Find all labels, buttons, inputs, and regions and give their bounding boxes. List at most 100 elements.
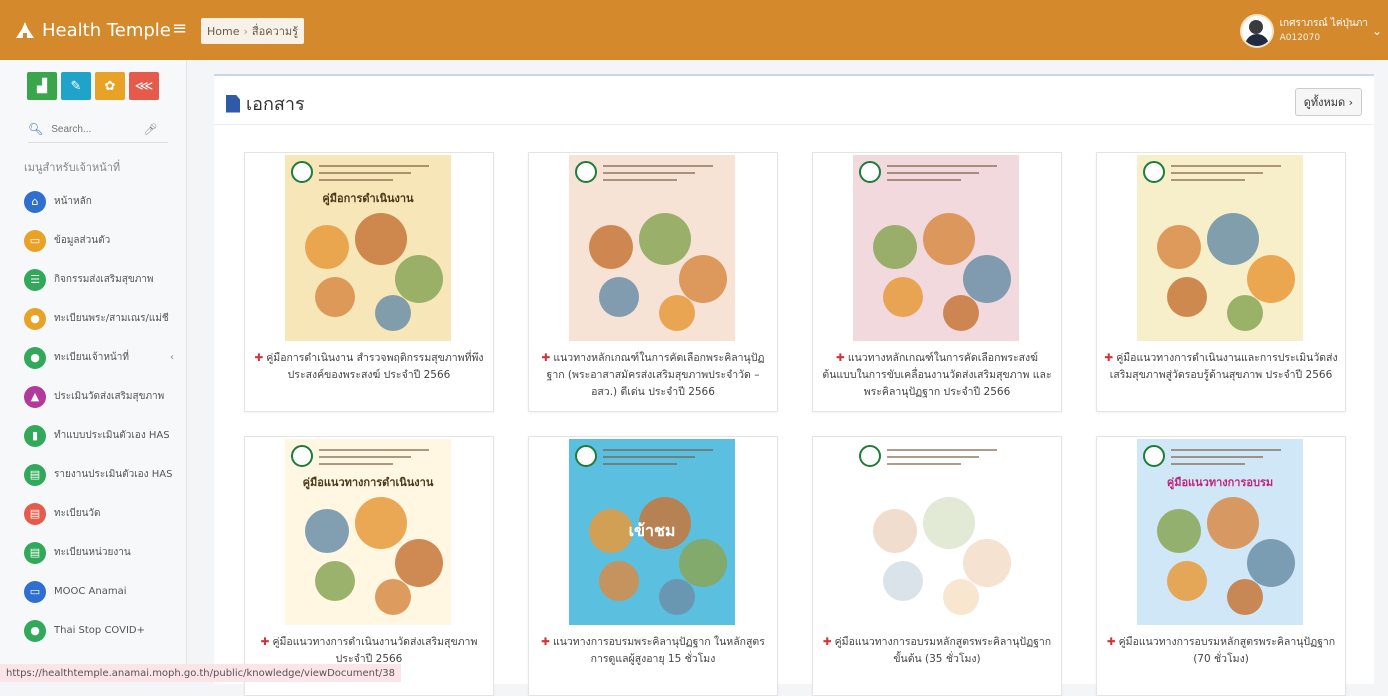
department-logo-icon: [1143, 161, 1165, 183]
sidebar-item-label: ทะเบียนหน่วยงาน: [54, 547, 131, 558]
document-card[interactable]: เข้าชม ✚ แนวทางการอบรมพระคิลานุปัฏฐาก ในหล…: [528, 436, 778, 696]
document-card[interactable]: คู่มือการดำเนินงาน ✚ คู่มือการดำเนินงาน สำ…: [244, 152, 494, 412]
microphone-icon[interactable]: 🎤︎: [143, 123, 157, 136]
cover-text-line: [603, 456, 695, 458]
cover-photo: [599, 561, 639, 601]
document-caption[interactable]: ✚ แนวทางการอบรมพระคิลานุปัฏฐาก ในหลักสูตร…: [535, 634, 771, 668]
sidebar-item-11[interactable]: ▭ MOOC Anamai: [24, 572, 184, 611]
cover-photo: [589, 225, 633, 269]
sidebar-item-2[interactable]: ▭ ข้อมูลส่วนตัว: [24, 221, 184, 260]
cover-photo: [1247, 255, 1295, 303]
document-cover[interactable]: คู่มือแนวทางการดำเนินงาน: [285, 439, 451, 625]
page-title: เอกสาร: [226, 89, 305, 118]
document-card[interactable]: ✚ แนวทางหลักเกณฑ์ในการคัดเลือกพระคิลานุปั…: [528, 152, 778, 412]
lotus-icon: ✿: [104, 78, 116, 94]
document-caption[interactable]: ✚ คู่มือแนวทางการอบรมหลักสูตรพระคิลานุปัฏ…: [819, 634, 1055, 668]
document-card[interactable]: ✚ แนวทางหลักเกณฑ์ในการคัดเลือกพระสงฆ์ต้นแ…: [812, 152, 1062, 412]
db-icon: ▤: [24, 463, 46, 486]
edit-button[interactable]: ✎: [61, 72, 91, 100]
sidebar-item-12[interactable]: ● Thai Stop COVID+: [24, 611, 184, 650]
cover-photo: [963, 539, 1011, 587]
document-cover[interactable]: [1137, 155, 1303, 341]
menu-toggle-icon[interactable]: ≡: [172, 18, 187, 39]
document-card[interactable]: คู่มือแนวทางการดำเนินงาน ✚ คู่มือแนวทางการ…: [244, 436, 494, 696]
bar-chart-button[interactable]: ▟: [27, 72, 57, 100]
pin-icon: ✚: [1106, 636, 1116, 648]
cover-photo: [923, 213, 975, 265]
document-caption[interactable]: ✚ แนวทางหลักเกณฑ์ในการคัดเลือกพระคิลานุปั…: [535, 350, 771, 401]
document-caption[interactable]: ✚ คู่มือการดำเนินงาน สำรวจพฤติกรรมสุขภาพท…: [251, 350, 487, 384]
view-all-button[interactable]: ดูทั้งหมด ›: [1294, 88, 1362, 116]
sidebar-item-8[interactable]: ▤ รายงานประเมินตัวเอง HAS: [24, 455, 184, 494]
document-cover[interactable]: [853, 155, 1019, 341]
cover-photo: [1247, 539, 1295, 587]
lotus-button[interactable]: ✿: [95, 72, 125, 100]
department-logo-icon: [291, 161, 313, 183]
cover-text-line: [887, 179, 961, 181]
department-logo-icon: [291, 445, 313, 467]
document-card[interactable]: คู่มือแนวทางการอบรม ✚ คู่มือแนวทางการอบรมห…: [1096, 436, 1346, 696]
document-cover[interactable]: คู่มือการดำเนินงาน: [285, 155, 451, 341]
cover-text-line: [1171, 172, 1263, 174]
sidebar-item-5[interactable]: ● ทะเบียนเจ้าหน้าที่ ‹: [24, 338, 184, 377]
db-icon: ▤: [24, 541, 46, 564]
edit-icon: ✎: [70, 78, 82, 94]
sidebar-item-6[interactable]: ▲ ประเมินวัดส่งเสริมสุขภาพ: [24, 377, 184, 416]
cover-photo: [943, 295, 979, 331]
cover-photo: [963, 255, 1011, 303]
sidebar-item-10[interactable]: ▤ ทะเบียนหน่วยงาน: [24, 533, 184, 572]
sidebar-item-1[interactable]: ⌂ หน้าหลัก: [24, 182, 184, 221]
list-icon: ☰: [24, 268, 46, 291]
cover-text-line: [887, 449, 997, 451]
share-icon: ⋘: [134, 78, 154, 94]
document-cover[interactable]: [569, 155, 735, 341]
chevron-left-icon: ‹: [170, 352, 174, 363]
cover-photo: [659, 579, 695, 615]
document-card[interactable]: ✚ คู่มือแนวทางการอบรมหลักสูตรพระคิลานุปัฏ…: [812, 436, 1062, 696]
cover-photo: [1207, 497, 1259, 549]
document-caption[interactable]: ✚ คู่มือแนวทางการดำเนินงานวัดส่งเสริมสุขภ…: [251, 634, 487, 668]
user-menu[interactable]: เกศราภรณ์ ไค่ปุ่นภา A012070 ⌄: [1239, 14, 1382, 48]
chevron-down-icon[interactable]: ⌄: [1372, 24, 1382, 38]
panel-header: เอกสาร ดูทั้งหมด ›: [214, 76, 1374, 125]
document-caption[interactable]: ✚ แนวทางหลักเกณฑ์ในการคัดเลือกพระสงฆ์ต้นแ…: [819, 350, 1055, 401]
users-icon: ●: [24, 346, 46, 369]
document-cover[interactable]: คู่มือแนวทางการอบรม: [1137, 439, 1303, 625]
document-card[interactable]: ✚ คู่มือแนวทางการดำเนินงานและการประเมินวั…: [1096, 152, 1346, 412]
sidebar-item-label: Thai Stop COVID+: [54, 625, 145, 636]
sidebar: ▟ ✎ ✿ ⋘ 🔍︎ 🎤︎ เมนูสำหรับเจ้าหน้าที่ ⌂ หน้าหล…: [0, 60, 187, 682]
document-caption[interactable]: ✚ คู่มือแนวทางการดำเนินงานและการประเมินวั…: [1103, 350, 1339, 384]
breadcrumb: Home › สื่อความรู้: [201, 18, 305, 44]
sidebar-item-3[interactable]: ☰ กิจกรรมส่งเสริมสุขภาพ: [24, 260, 184, 299]
user-id: A012070: [1279, 33, 1321, 43]
sidebar-item-7[interactable]: ▮ ทำแบบประเมินตัวเอง HAS: [24, 416, 184, 455]
cover-photo: [883, 277, 923, 317]
doc-icon: ▮: [24, 424, 46, 447]
pin-icon: ✚: [822, 636, 832, 648]
sidebar-item-9[interactable]: ▤ ทะเบียนวัด: [24, 494, 184, 533]
document-title: คู่มือการดำเนินงาน สำรวจพฤติกรรมสุขภาพที…: [266, 352, 484, 381]
document-caption[interactable]: ✚ คู่มือแนวทางการอบรมหลักสูตรพระคิลานุปัฏ…: [1103, 634, 1339, 668]
document-cover[interactable]: เข้าชม: [569, 439, 735, 625]
pin-icon: ✚: [541, 352, 551, 364]
sidebar-item-label: ประเมินวัดส่งเสริมสุขภาพ: [54, 391, 165, 402]
cover-photo: [1207, 213, 1259, 265]
brand[interactable]: Health Temple: [14, 14, 171, 46]
cover-text-line: [603, 165, 713, 167]
cover-photo: [1157, 509, 1201, 553]
share-button[interactable]: ⋘: [129, 72, 159, 100]
search-input[interactable]: [49, 122, 144, 136]
top-bar: Health Temple ≡ Home › สื่อความรู้ เกศรา…: [0, 0, 1388, 60]
cover-text-line: [1171, 179, 1245, 181]
pin-icon: ✚: [260, 636, 270, 648]
cover-photo: [639, 213, 691, 265]
pin-icon: ✚: [541, 636, 550, 648]
cover-text-line: [1171, 449, 1281, 451]
cover-photo: [599, 277, 639, 317]
sidebar-item-label: ทะเบียนพระ/สามเณร/แม่ชี: [54, 313, 169, 324]
monk-icon: ●: [24, 307, 46, 330]
breadcrumb-home[interactable]: Home: [207, 25, 239, 38]
document-cover[interactable]: [853, 439, 1019, 625]
bar-chart-icon: ▟: [37, 78, 47, 94]
sidebar-item-4[interactable]: ● ทะเบียนพระ/สามเณร/แม่ชี: [24, 299, 184, 338]
